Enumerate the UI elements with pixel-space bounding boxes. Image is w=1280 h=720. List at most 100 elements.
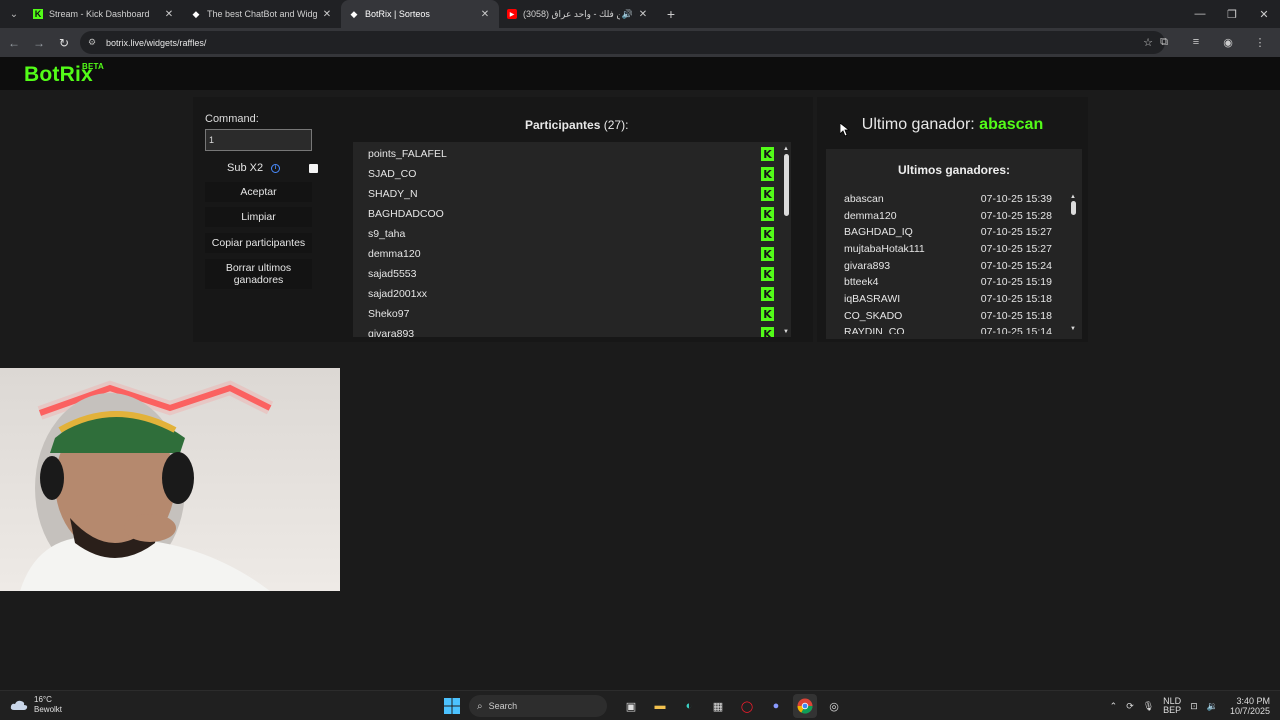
participant-name: BAGHDADCOO xyxy=(368,208,444,220)
close-icon[interactable]: ✕ xyxy=(479,9,491,20)
lang-2: BEP xyxy=(1163,705,1182,715)
new-tab-button[interactable]: + xyxy=(661,6,681,22)
network-icon[interactable]: ⊡ xyxy=(1190,701,1198,712)
webcam-overlay xyxy=(0,368,340,591)
scroll-down-arrow-icon[interactable]: ▼ xyxy=(783,329,789,335)
last-winners-scrollbar[interactable]: ▲ ▼ xyxy=(1068,190,1078,334)
last-winners-list[interactable]: abascan 07-10-25 15:39 demma120 07-10-25… xyxy=(826,190,1082,334)
weather-widget[interactable]: 16°C Bewolkt xyxy=(10,695,62,715)
raffle-panel: Command: Sub X2 i Aceptar Limpiar Copiar… xyxy=(193,97,813,342)
winner-row: BAGHDAD_IQ 07-10-25 15:27 xyxy=(826,223,1066,240)
list-item: BAGHDADCOO K xyxy=(353,204,777,224)
scroll-down-arrow-icon[interactable]: ▼ xyxy=(1070,326,1076,332)
menu-dots-icon[interactable]: ⋮ xyxy=(1246,31,1274,53)
info-icon[interactable]: i xyxy=(271,163,280,173)
close-icon[interactable]: ✕ xyxy=(163,9,175,20)
taskbar-search[interactable]: ⌕ Search xyxy=(469,695,607,717)
tray-chevron-icon[interactable]: ⌃ xyxy=(1110,701,1118,712)
botrix-logo[interactable]: BotRix BETA xyxy=(24,62,104,87)
chrome-icon[interactable] xyxy=(793,694,817,718)
participant-name: demma120 xyxy=(368,248,421,260)
volume-icon[interactable]: 🔉 xyxy=(1207,701,1218,712)
list-item: SJAD_CO K xyxy=(353,164,777,184)
kick-icon: K xyxy=(761,247,774,261)
tab-title: The best ChatBot and Widgets xyxy=(207,9,317,19)
winner-time: 07-10-25 15:14 xyxy=(980,325,1052,335)
app-icon[interactable]: ◎ xyxy=(822,694,846,718)
back-arrow-icon[interactable]: ← xyxy=(3,32,25,54)
extensions-icon[interactable]: ⧉ xyxy=(1150,31,1178,53)
clock[interactable]: 3:40 PM 10/7/2025 xyxy=(1230,696,1270,716)
close-icon[interactable]: ✕ xyxy=(321,9,333,20)
winner-time: 07-10-25 15:24 xyxy=(980,259,1052,272)
task-view-icon[interactable]: ▣ xyxy=(619,694,643,718)
kick-icon: K xyxy=(761,267,774,281)
winner-time: 07-10-25 15:18 xyxy=(980,292,1052,305)
list-item: points_FALAFEL K xyxy=(353,144,777,164)
address-bar[interactable]: ⚙ botrix.live/widgets/raffles/ ☆ xyxy=(80,31,1165,54)
close-window-icon[interactable]: ✕ xyxy=(1248,0,1280,28)
winners-panel: Ultimo ganador: abascan Ultimos ganadore… xyxy=(817,97,1088,342)
restore-icon[interactable]: ❐ xyxy=(1216,0,1248,28)
site-info-icon[interactable]: ⚙ xyxy=(88,37,100,48)
tab-botrix-sorteos[interactable]: ◆ BotRix | Sorteos ✕ xyxy=(341,0,499,28)
microphone-icon[interactable]: 🎙 xyxy=(1143,701,1154,712)
close-icon[interactable]: ✕ xyxy=(637,9,649,20)
participants-list[interactable]: points_FALAFEL K SJAD_CO K SHADY_N K BAG… xyxy=(353,142,791,337)
winner-name: iqBASRAWI xyxy=(844,292,901,305)
edge-icon[interactable]: ◐ xyxy=(677,694,701,718)
file-explorer-icon[interactable]: ▬ xyxy=(648,694,672,718)
winner-time: 07-10-25 15:27 xyxy=(980,242,1052,255)
last-winner-name: abascan xyxy=(979,116,1044,133)
winner-row: iqBASRAWI 07-10-25 15:18 xyxy=(826,290,1066,307)
scrollbar-thumb[interactable] xyxy=(1071,201,1076,215)
tab-youtube[interactable]: ▶ (3058) حسين فلك - واحد عراق 🔊 ✕ xyxy=(499,0,657,28)
delete-last-winners-button[interactable]: Borrar ultimos ganadores xyxy=(205,259,312,289)
winner-row: mujtabaHotak111 07-10-25 15:27 xyxy=(826,240,1066,257)
accept-button[interactable]: Aceptar xyxy=(205,182,312,202)
discord-icon[interactable]: ● xyxy=(764,694,788,718)
winner-name: abascan xyxy=(844,192,884,205)
command-input[interactable] xyxy=(205,129,312,151)
winner-row: btteek4 07-10-25 15:19 xyxy=(826,273,1066,290)
copy-participants-button[interactable]: Copiar participantes xyxy=(205,233,312,253)
participants-suffix: : xyxy=(625,118,629,132)
scroll-up-arrow-icon[interactable]: ▲ xyxy=(1070,194,1076,200)
winner-row: CO_SKADO 07-10-25 15:18 xyxy=(826,307,1066,324)
profile-icon[interactable]: ◉ xyxy=(1214,31,1242,53)
tab-title: BotRix | Sorteos xyxy=(365,9,430,19)
language-indicator[interactable]: NLD BEP xyxy=(1163,697,1181,715)
reading-list-icon[interactable]: ≡ xyxy=(1182,31,1210,53)
store-icon[interactable]: ▦ xyxy=(706,694,730,718)
participants-scrollbar[interactable]: ▲ ▼ xyxy=(781,142,791,337)
winner-time: 07-10-25 15:19 xyxy=(980,275,1052,288)
window-controls: — ❐ ✕ xyxy=(1184,0,1280,28)
minimize-icon[interactable]: — xyxy=(1184,0,1216,28)
last-winners-title: Ultimos ganadores: xyxy=(897,163,1011,177)
tab-title: (3058) حسين فلك - واحد عراق xyxy=(523,8,620,19)
last-winners-box: Ultimos ganadores: abascan 07-10-25 15:3… xyxy=(826,149,1082,339)
sub-x2-checkbox[interactable] xyxy=(309,163,318,173)
reload-icon[interactable]: ↻ xyxy=(53,32,75,54)
scroll-up-arrow-icon[interactable]: ▲ xyxy=(783,146,789,152)
youtube-icon: ▶ xyxy=(507,9,517,19)
participant-name: points_FALAFEL xyxy=(368,148,447,160)
tab-kick-dashboard[interactable]: K Stream - Kick Dashboard ✕ xyxy=(25,0,183,28)
botrix-icon: ◆ xyxy=(350,8,358,19)
clock-time: 3:40 PM xyxy=(1236,696,1270,706)
scrollbar-thumb[interactable] xyxy=(784,154,789,216)
sync-icon[interactable]: ⟳ xyxy=(1126,701,1134,712)
speaker-icon[interactable]: 🔊 xyxy=(622,9,633,20)
forward-arrow-icon[interactable]: → xyxy=(28,32,50,54)
winner-name: RAYDIN_CO xyxy=(844,325,905,335)
winner-time: 07-10-25 15:27 xyxy=(980,225,1052,238)
opera-icon[interactable]: ◯ xyxy=(735,694,759,718)
tab-botrix-home[interactable]: ◆ The best ChatBot and Widgets ✕ xyxy=(183,0,341,28)
participants-count: (27) xyxy=(603,118,626,132)
clear-button[interactable]: Limpiar xyxy=(205,207,312,227)
participants-title: Participantes (27): xyxy=(525,118,628,132)
cloud-icon xyxy=(10,700,28,710)
winner-name: btteek4 xyxy=(844,275,879,288)
windows-start-icon[interactable] xyxy=(440,694,464,718)
tab-search-chevron-icon[interactable]: ⌄ xyxy=(3,3,25,25)
